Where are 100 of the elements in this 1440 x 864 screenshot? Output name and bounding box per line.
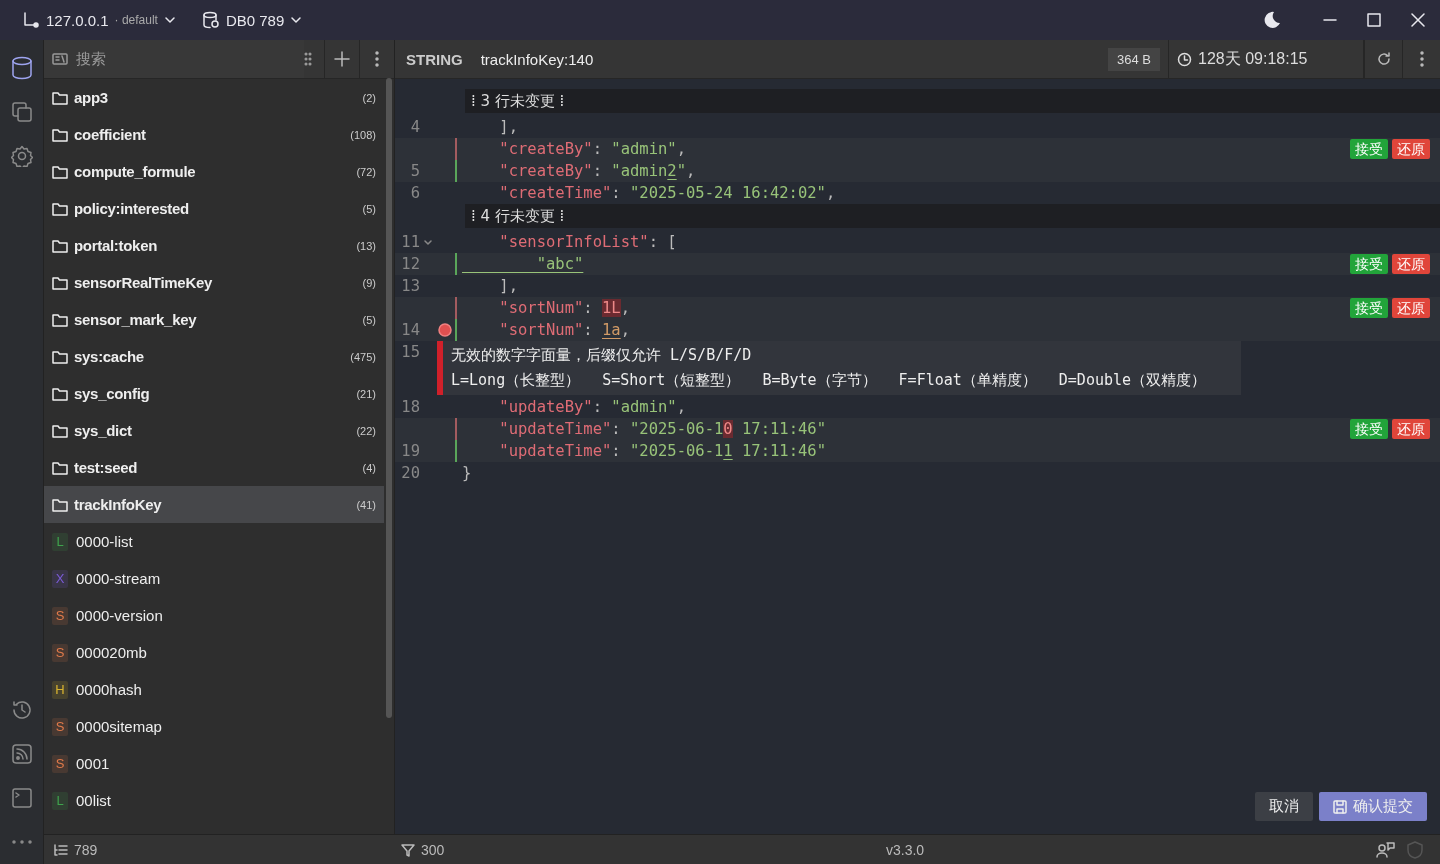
more-icon <box>10 839 33 845</box>
folder-item[interactable]: sensorRealTimeKey (9) <box>44 264 384 301</box>
code-line: "createBy": "admin", <box>498 139 686 160</box>
folder-item[interactable]: sys_config (21) <box>44 375 384 412</box>
database-icon <box>201 11 220 29</box>
code-line: "sortNum": 1L, <box>498 298 630 319</box>
key-item[interactable]: S 000020mb <box>44 634 384 671</box>
folder-icon <box>52 386 68 401</box>
line-number: 4 <box>409 117 420 138</box>
dark-mode-icon <box>1263 11 1281 29</box>
folder-icon <box>52 423 68 438</box>
folder-item[interactable]: sensor_mark_key (5) <box>44 301 384 338</box>
key-item[interactable]: S 0000-version <box>44 597 384 634</box>
folder-item[interactable]: trackInfoKey (41) <box>44 486 384 523</box>
key-name: 0000-version <box>76 607 164 624</box>
folder-item[interactable]: sys:cache (475) <box>44 338 384 375</box>
filtered-count-text: 300 <box>421 841 445 858</box>
code-line: "createBy": "admin2", <box>498 161 696 182</box>
size-badge: 364 B <box>1108 47 1160 71</box>
suffix-hint: S=Short（短整型） <box>602 370 741 391</box>
type-badge: S <box>52 643 68 662</box>
folder-item[interactable]: sys_dict (22) <box>44 412 384 449</box>
terminal-icon <box>10 787 33 809</box>
maximize-icon <box>1367 13 1381 27</box>
clock-icon <box>1177 51 1192 67</box>
key-item[interactable]: H 0000hash <box>44 671 384 708</box>
revert-button[interactable]: 还原 <box>1392 139 1430 159</box>
type-badge: L <box>52 532 68 551</box>
key-count: (72) <box>356 165 376 178</box>
line-number: 5 <box>409 161 420 182</box>
more-icon <box>375 51 379 67</box>
line-number: 19 <box>400 441 420 462</box>
connection-icon <box>22 11 40 29</box>
code-line: "updateBy": "admin", <box>498 397 686 418</box>
unchanged-lines-fold[interactable]: ⁞ 4 行未变更 ⁞ <box>465 204 1440 228</box>
rss-icon <box>10 743 33 765</box>
line-number: 20 <box>400 463 420 484</box>
folder-item[interactable]: coefficient (108) <box>44 116 384 153</box>
revert-button[interactable]: 还原 <box>1392 298 1430 318</box>
type-badge: H <box>52 680 68 699</box>
folder-item[interactable]: policy:interested (5) <box>44 190 384 227</box>
type-badge: S <box>52 754 68 773</box>
key-name: sensorRealTimeKey <box>74 274 214 291</box>
key-name: 0000-stream <box>76 570 162 587</box>
folder-icon <box>52 127 68 142</box>
key-item[interactable]: L 00list <box>44 782 384 819</box>
fold-chevron-icon[interactable] <box>424 239 432 245</box>
cancel-button[interactable]: 取消 <box>1255 792 1313 821</box>
folder-icon <box>52 497 68 512</box>
unchanged-lines-fold[interactable]: ⁞ 3 行未变更 ⁞ <box>465 89 1440 113</box>
line-number: 15 <box>400 342 420 363</box>
key-item[interactable]: L 0000-list <box>44 523 384 560</box>
revert-button[interactable]: 还原 <box>1392 419 1430 439</box>
scrollbar-thumb[interactable] <box>386 78 392 718</box>
drag-handle-icon <box>304 52 312 66</box>
folder-icon <box>52 164 68 179</box>
connection-selector[interactable]: 127.0.0.1 · default <box>22 11 176 29</box>
database-selector[interactable]: DB0 789 <box>201 11 303 29</box>
settings-icon <box>10 145 33 167</box>
folder-item[interactable]: compute_formule (72) <box>44 153 384 190</box>
key-name: trackInfoKey:140 <box>480 49 595 70</box>
key-name: compute_formule <box>74 163 197 180</box>
key-count: (13) <box>356 239 376 252</box>
folder-icon <box>52 201 68 216</box>
line-number: 14 <box>400 320 420 341</box>
key-item[interactable]: X 0000-stream <box>44 560 384 597</box>
copy-icon <box>10 101 33 123</box>
key-item[interactable]: S 0000sitemap <box>44 708 384 745</box>
folder-item[interactable]: portal:token (13) <box>44 227 384 264</box>
close-icon <box>1411 13 1425 27</box>
more-icon <box>1419 51 1424 67</box>
key-count: (108) <box>350 128 376 141</box>
chevron-down-icon <box>290 16 303 24</box>
key-name: app3 <box>74 89 109 106</box>
chevron-down-icon <box>163 16 176 24</box>
folder-icon <box>52 349 68 364</box>
key-name: 00list <box>76 792 113 809</box>
folder-item[interactable]: app3 (2) <box>44 79 384 116</box>
key-name: 0001 <box>76 755 111 772</box>
refresh-icon <box>1376 52 1391 66</box>
add-icon <box>334 51 350 67</box>
key-count: (5) <box>362 202 376 215</box>
ttl-text: 128天 09:18:15 <box>1198 48 1308 69</box>
key-name: 0000-list <box>76 533 134 550</box>
key-count: (5) <box>362 313 376 326</box>
line-number: 12 <box>400 254 420 275</box>
key-count: (475) <box>350 350 376 363</box>
key-name: sys:cache <box>74 348 145 365</box>
key-name: 000020mb <box>76 644 148 661</box>
revert-button[interactable]: 还原 <box>1392 254 1430 274</box>
folder-icon <box>52 238 68 253</box>
filter-icon <box>401 842 415 857</box>
save-icon <box>1333 799 1347 814</box>
key-type-label: STRING <box>405 49 464 70</box>
key-name: 0000sitemap <box>76 718 163 735</box>
key-name: trackInfoKey <box>74 496 163 513</box>
folder-item[interactable]: test:seed (4) <box>44 449 384 486</box>
type-badge: L <box>52 791 68 810</box>
code-line: "createTime": "2025-05-24 16:42:02", <box>498 183 836 204</box>
key-item[interactable]: S 0001 <box>44 745 384 782</box>
